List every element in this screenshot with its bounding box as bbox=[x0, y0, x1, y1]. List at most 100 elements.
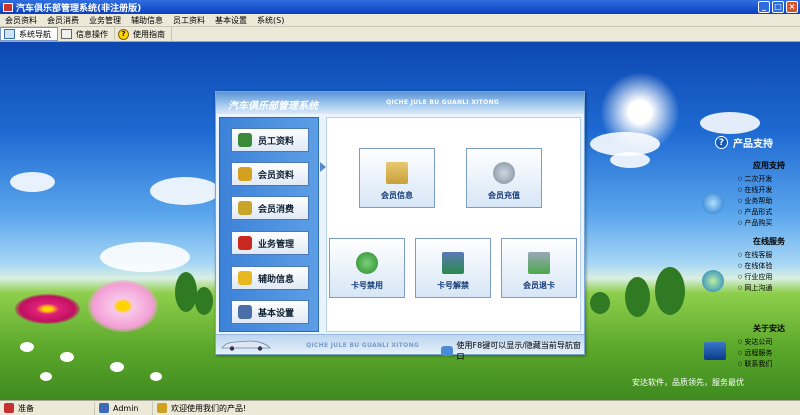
menu-settings[interactable]: 基本设置 bbox=[210, 14, 252, 27]
toolbar: 系统导航 信息操作 ? 使用指南 bbox=[0, 27, 800, 42]
toolbar-info-button[interactable]: 信息操作 bbox=[58, 27, 115, 41]
globe-icon bbox=[702, 270, 724, 292]
question-icon: ? bbox=[715, 136, 728, 149]
member-icon bbox=[238, 167, 252, 181]
navigation-icon bbox=[4, 29, 15, 39]
return-card-icon bbox=[528, 252, 550, 274]
star-icon bbox=[238, 271, 252, 285]
nav-item-employee[interactable]: 员工资料 bbox=[231, 128, 309, 152]
maximize-button[interactable]: □ bbox=[772, 1, 784, 13]
navigation-panel: 汽车俱乐部管理系统 QICHE JULE BU GUANLI XITONG 员工… bbox=[215, 91, 585, 361]
tree-decoration bbox=[175, 272, 197, 312]
tree-decoration bbox=[590, 292, 610, 314]
tile-card-enable[interactable]: 卡号解禁 bbox=[415, 238, 491, 298]
toolbar-label: 系统导航 bbox=[19, 29, 51, 39]
tile-label: 卡号禁用 bbox=[351, 281, 383, 290]
support-link[interactable]: 远程服务 bbox=[738, 348, 772, 358]
nav-item-label: 员工资料 bbox=[258, 136, 295, 147]
support-link[interactable]: 产品形式 bbox=[738, 207, 772, 217]
recharge-icon bbox=[493, 162, 515, 184]
panel-footer: QICHE JULE BU GUANLI XITONG 使用F8键可以显示/隐藏… bbox=[216, 334, 584, 361]
support-title-text: 产品支持 bbox=[733, 139, 773, 150]
tile-label: 卡号解禁 bbox=[437, 281, 469, 290]
menu-member-data[interactable]: 会员资料 bbox=[0, 14, 42, 27]
status-bar: 准备 Admin 欢迎使用我们的产品! bbox=[0, 400, 800, 415]
toolbar-navigation-button[interactable]: 系统导航 bbox=[0, 27, 58, 41]
nav-item-consume[interactable]: 会员消费 bbox=[231, 196, 309, 220]
title-bar: 汽车俱乐部管理系统(非注册版) _ □ × bbox=[0, 0, 800, 14]
employee-icon bbox=[238, 133, 252, 147]
support-link[interactable]: 产品购买 bbox=[738, 218, 772, 228]
status-user-text: Admin bbox=[113, 403, 139, 413]
toolbar-help-button[interactable]: ? 使用指南 bbox=[115, 27, 172, 41]
panel-subtitle: QICHE JULE BU GUANLI XITONG bbox=[386, 99, 500, 106]
support-link[interactable]: 二次开发 bbox=[738, 174, 772, 184]
footer-hint: 使用F8键可以显示/隐藏当前导航窗口 bbox=[441, 340, 584, 362]
tile-member-info[interactable]: 会员信息 bbox=[359, 148, 435, 208]
nav-item-settings[interactable]: 基本设置 bbox=[231, 300, 309, 324]
nav-item-auxiliary[interactable]: 辅助信息 bbox=[231, 266, 309, 290]
nav-column: 员工资料 会员资料 会员消费 业务管理 辅助信息 基本设置 bbox=[219, 117, 319, 332]
car-icon bbox=[221, 340, 271, 351]
status-ready-text: 准备 bbox=[18, 403, 34, 413]
support-link[interactable]: 在线开发 bbox=[738, 185, 772, 195]
toolbar-label: 使用指南 bbox=[133, 29, 165, 39]
flower-decoration bbox=[40, 372, 52, 381]
support-heading: 在线服务 bbox=[753, 237, 785, 246]
menu-employee[interactable]: 员工资料 bbox=[168, 14, 210, 27]
nav-item-business[interactable]: 业务管理 bbox=[231, 231, 309, 255]
unlock-icon bbox=[442, 252, 464, 274]
footer-subtitle: QICHE JULE BU GUANLI XITONG bbox=[306, 342, 420, 349]
support-link[interactable]: 在线客服 bbox=[738, 250, 772, 260]
flower-decoration bbox=[20, 342, 34, 352]
support-title: ? 产品支持 bbox=[715, 135, 773, 150]
product-support-panel: ? 产品支持 应用支持 二次开发 在线开发 业务帮助 产品形式 产品购买 在线服… bbox=[700, 130, 800, 400]
tile-return-card[interactable]: 会员退卡 bbox=[501, 238, 577, 298]
nav-item-member[interactable]: 会员资料 bbox=[231, 162, 309, 186]
info-window-icon bbox=[61, 29, 72, 39]
support-link[interactable]: 安达公司 bbox=[738, 337, 772, 347]
status-user: Admin bbox=[95, 401, 153, 415]
panel-header: 汽车俱乐部管理系统 QICHE JULE BU GUANLI XITONG bbox=[216, 92, 584, 114]
support-heading: 应用支持 bbox=[753, 161, 785, 170]
status-welcome-text: 欢迎使用我们的产品! bbox=[171, 403, 247, 413]
menu-business[interactable]: 业务管理 bbox=[84, 14, 126, 27]
status-icon bbox=[4, 403, 14, 413]
flower-decoration bbox=[60, 352, 74, 362]
tree-decoration bbox=[625, 277, 650, 317]
status-ready: 准备 bbox=[0, 401, 95, 415]
cloud-decoration bbox=[610, 152, 650, 168]
consume-icon bbox=[238, 201, 252, 215]
support-link[interactable]: 联系我们 bbox=[738, 359, 772, 369]
menu-auxiliary[interactable]: 辅助信息 bbox=[126, 14, 168, 27]
cloud-decoration bbox=[150, 177, 220, 205]
business-icon bbox=[238, 236, 252, 250]
support-link[interactable]: 网上沟通 bbox=[738, 283, 772, 293]
menu-bar: 会员资料 会员消费 业务管理 辅助信息 员工资料 基本设置 系统(S) bbox=[0, 14, 800, 27]
menu-member-consume[interactable]: 会员消费 bbox=[42, 14, 84, 27]
footer-hint-text: 使用F8键可以显示/隐藏当前导航窗口 bbox=[456, 341, 581, 361]
tile-member-recharge[interactable]: 会员充值 bbox=[466, 148, 542, 208]
nav-item-label: 基本设置 bbox=[258, 308, 295, 319]
cloud-decoration bbox=[10, 172, 55, 192]
support-link[interactable]: 在线体验 bbox=[738, 261, 772, 271]
menu-system[interactable]: 系统(S) bbox=[252, 14, 289, 27]
hint-icon bbox=[441, 346, 453, 356]
globe-icon bbox=[702, 192, 724, 214]
close-button[interactable]: × bbox=[786, 1, 798, 13]
folder-icon bbox=[386, 162, 408, 184]
user-icon bbox=[99, 403, 109, 413]
tile-card-disable[interactable]: 卡号禁用 bbox=[329, 238, 405, 298]
minimize-button[interactable]: _ bbox=[758, 1, 770, 13]
support-link[interactable]: 业务帮助 bbox=[738, 196, 772, 206]
nav-item-label: 业务管理 bbox=[258, 239, 295, 250]
status-welcome: 欢迎使用我们的产品! bbox=[153, 402, 250, 415]
flower-decoration bbox=[150, 372, 162, 381]
tile-label: 会员信息 bbox=[381, 191, 413, 200]
support-link[interactable]: 行业应用 bbox=[738, 272, 772, 282]
flower-decoration bbox=[15, 294, 80, 324]
window-controls: _ □ × bbox=[758, 1, 798, 13]
cloud-decoration bbox=[100, 242, 190, 272]
support-heading: 关于安达 bbox=[753, 324, 785, 333]
nav-item-label: 会员消费 bbox=[258, 204, 295, 215]
